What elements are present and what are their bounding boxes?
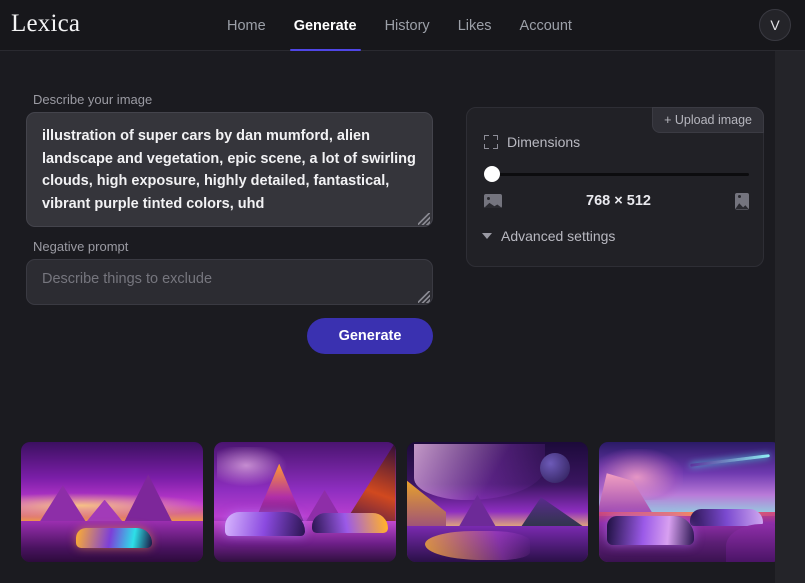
slider-track	[484, 173, 749, 176]
page-scrollbar[interactable]	[775, 51, 805, 583]
nav-item-history[interactable]: History	[371, 0, 444, 51]
result-thumbnail[interactable]	[406, 442, 589, 562]
settings-panel: + Upload image Dimensions 768 × 512 Adva…	[466, 107, 764, 267]
describe-image-label: Describe your image	[33, 92, 153, 107]
dimensions-value: 768 × 512	[586, 193, 651, 209]
nav-item-generate[interactable]: Generate	[280, 0, 371, 51]
generate-button[interactable]: Generate	[307, 318, 433, 354]
nav-item-likes[interactable]: Likes	[444, 0, 506, 51]
negative-prompt-label: Negative prompt	[33, 239, 129, 254]
crop-frame-icon	[484, 135, 498, 149]
results-gallery	[21, 442, 781, 562]
landscape-image-icon[interactable]	[484, 194, 502, 208]
advanced-settings-label: Advanced settings	[501, 228, 616, 244]
slider-thumb[interactable]	[484, 166, 500, 182]
main-nav: Home Generate History Likes Account	[213, 0, 586, 51]
result-thumbnail[interactable]	[21, 442, 203, 562]
nav-item-account[interactable]: Account	[506, 0, 586, 51]
avatar[interactable]: V	[759, 9, 791, 41]
lexica-logo[interactable]: Lexica	[11, 9, 80, 39]
advanced-settings-toggle[interactable]: Advanced settings	[482, 228, 615, 244]
dimensions-label: Dimensions	[507, 134, 581, 150]
dimensions-slider[interactable]	[484, 166, 749, 182]
nav-item-home[interactable]: Home	[213, 0, 280, 51]
chevron-down-icon	[482, 233, 492, 239]
negative-prompt-input[interactable]	[26, 259, 433, 305]
top-navigation-bar: Lexica Home Generate History Likes Accou…	[0, 0, 805, 51]
dimensions-row: Dimensions	[484, 134, 580, 150]
result-thumbnail[interactable]	[213, 442, 396, 562]
result-thumbnail[interactable]	[599, 442, 781, 562]
size-row: 768 × 512	[484, 188, 749, 214]
prompt-input[interactable]	[26, 112, 433, 227]
upload-image-button[interactable]: + Upload image	[652, 107, 764, 133]
portrait-image-icon[interactable]	[735, 192, 749, 210]
